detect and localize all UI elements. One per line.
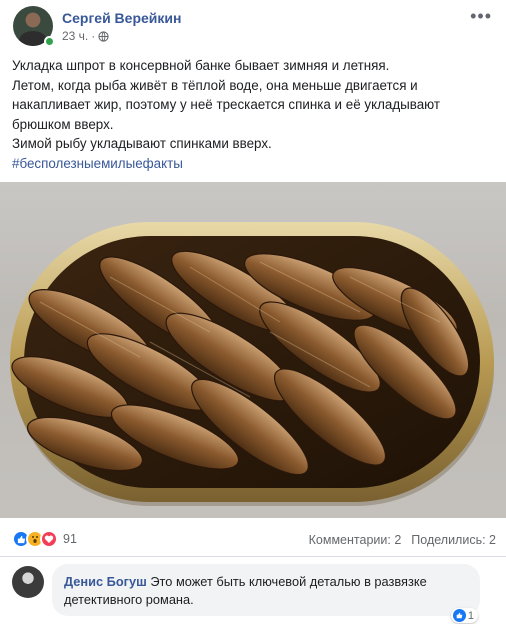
comment-reaction-badge[interactable]: 1 xyxy=(450,608,478,623)
post-photo[interactable] xyxy=(0,182,506,518)
comment-bubble: Денис Богуш Это может быть ключевой дета… xyxy=(52,564,480,616)
reactions-summary[interactable]: 91 xyxy=(12,530,77,548)
commenter-avatar[interactable] xyxy=(12,566,44,598)
post-stats: Комментарии: 2 Поделились: 2 xyxy=(309,533,496,547)
shares-count-link[interactable]: Поделились: 2 xyxy=(411,533,496,547)
post-meta: 23 ч. · xyxy=(62,29,109,43)
post-time[interactable]: 23 ч. xyxy=(62,29,88,43)
post-line: Зимой рыбу укладывают спинками вверх. xyxy=(12,136,272,151)
post-text: Укладка шпрот в консервной банке бывает … xyxy=(12,56,498,173)
love-icon xyxy=(40,530,58,548)
post-line: Летом, когда рыба живёт в тёплой воде, о… xyxy=(12,77,418,93)
comment-author-name[interactable]: Денис Богуш xyxy=(64,574,147,589)
reactions-count: 91 xyxy=(63,532,77,546)
globe-icon xyxy=(98,30,109,42)
sprats-can-image xyxy=(10,222,494,506)
hashtag-link[interactable]: #бесполезныемилыефакты xyxy=(12,154,498,174)
post-line: брюшком вверх. xyxy=(12,116,114,132)
post-line: Укладка шпрот в консервной банке бывает … xyxy=(12,58,390,73)
comment-like-count: 1 xyxy=(467,609,474,622)
post-header: Сергей Верейкин 23 ч. · ••• xyxy=(0,0,506,52)
like-icon xyxy=(452,609,466,622)
divider xyxy=(0,556,506,557)
post-author-name[interactable]: Сергей Верейкин xyxy=(62,10,181,26)
comments-count-link[interactable]: Комментарии: 2 xyxy=(309,533,402,547)
more-options-icon[interactable]: ••• xyxy=(470,6,492,27)
post-line: накапливает жир, поэтому у неё трескаетс… xyxy=(12,97,441,112)
online-status-icon xyxy=(44,36,55,47)
